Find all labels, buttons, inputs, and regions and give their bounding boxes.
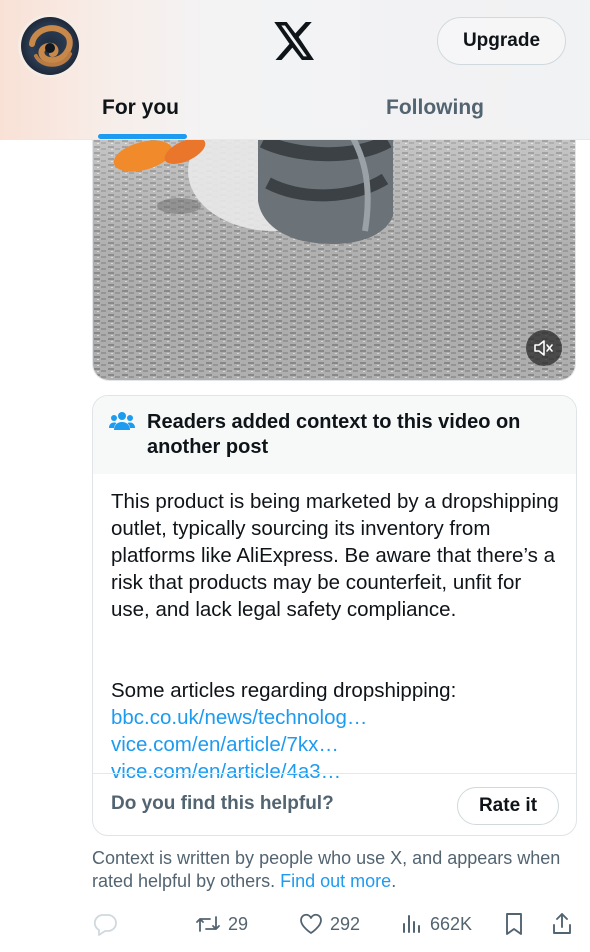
article-link-vice-1[interactable]: vice.com/en/article/7kx… [111, 733, 339, 756]
helpful-question: Do you find this helpful? [111, 793, 334, 814]
top-header: Upgrade For you Following [0, 0, 590, 140]
rate-it-button[interactable]: Rate it [457, 787, 559, 825]
article-link-bbc[interactable]: bbc.co.uk/news/technolog… [111, 706, 367, 729]
article-link-vice-2[interactable]: vice.com/en/article/4a3… [111, 760, 341, 783]
tab-for-you[interactable]: For you [102, 92, 179, 124]
like-button[interactable]: 292 [298, 906, 360, 942]
community-note-title: Readers added context to this video on a… [147, 411, 521, 458]
upgrade-button[interactable]: Upgrade [437, 17, 566, 65]
views-count: 662K [430, 913, 473, 934]
people-icon [109, 410, 135, 432]
bookmark-icon [506, 913, 522, 935]
like-count: 292 [330, 913, 361, 934]
video-player[interactable] [92, 120, 576, 381]
active-tab-indicator [98, 134, 187, 139]
bookmark-button[interactable] [502, 906, 526, 942]
video-frame [93, 121, 575, 380]
views-button[interactable]: 662K [400, 906, 472, 942]
avatar[interactable] [18, 14, 82, 78]
articles-intro: Some articles regarding dropshipping: [111, 679, 457, 702]
tab-following[interactable]: Following [386, 92, 484, 124]
divider [93, 773, 576, 774]
community-note: Readers added context to this video on a… [92, 395, 577, 836]
community-note-body: This product is being marketed by a drop… [111, 490, 559, 621]
reply-button[interactable] [92, 906, 124, 942]
avatar-image [18, 14, 82, 78]
community-note-articles: Some articles regarding dropshipping: bb… [111, 677, 561, 785]
heart-icon [300, 913, 322, 934]
share-button[interactable] [550, 906, 574, 942]
reply-icon [93, 914, 117, 936]
find-out-more-link[interactable]: Find out more [280, 871, 391, 891]
share-icon [553, 913, 571, 934]
context-footer: Context is written by people who use X, … [92, 847, 572, 893]
x-logo-icon[interactable] [274, 22, 316, 60]
post-action-bar: 29 292 662K [0, 906, 590, 946]
retweet-icon [196, 916, 220, 932]
retweet-button[interactable]: 29 [194, 906, 248, 942]
community-note-header: Readers added context to this video on a… [93, 396, 576, 474]
speaker-muted-icon[interactable] [526, 330, 562, 366]
analytics-icon [403, 915, 420, 933]
context-footer-suffix: . [391, 871, 397, 891]
retweet-count: 29 [228, 913, 249, 934]
